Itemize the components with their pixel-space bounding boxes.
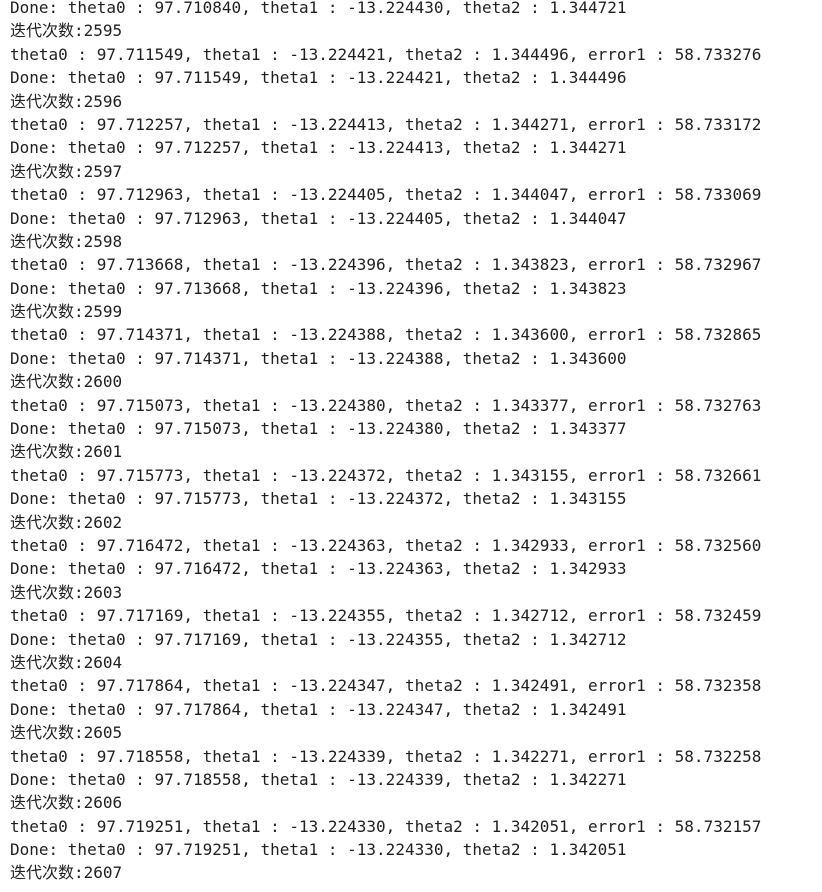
console-line: Done: theta0 : 97.719251, theta1 : -13.2…	[10, 840, 627, 860]
console-line: theta0 : 97.716472, theta1 : -13.224363,…	[10, 535, 762, 555]
console-line: Done: theta0 : 97.714371, theta1 : -13.2…	[10, 348, 627, 368]
console-line: 迭代次数:2602	[10, 512, 123, 532]
console-output: Done: theta0 : 97.710840, theta1 : -13.2…	[0, 0, 822, 888]
console-line: Done: theta0 : 97.718558, theta1 : -13.2…	[10, 769, 627, 789]
console-line: Done: theta0 : 97.712257, theta1 : -13.2…	[10, 138, 627, 158]
console-line: theta0 : 97.715073, theta1 : -13.224380,…	[10, 395, 762, 415]
console-line: 迭代次数:2600	[10, 372, 123, 392]
console-line: Done: theta0 : 97.715073, theta1 : -13.2…	[10, 419, 627, 439]
console-line: 迭代次数:2595	[10, 21, 123, 41]
console-line: theta0 : 97.711549, theta1 : -13.224421,…	[10, 44, 762, 64]
console-line: Done: theta0 : 97.717169, theta1 : -13.2…	[10, 629, 627, 649]
console-line: 迭代次数:2599	[10, 302, 123, 322]
console-line: Done: theta0 : 97.717864, theta1 : -13.2…	[10, 699, 627, 719]
console-line: theta0 : 97.713668, theta1 : -13.224396,…	[10, 255, 762, 275]
console-line: Done: theta0 : 97.713668, theta1 : -13.2…	[10, 278, 627, 298]
console-line: 迭代次数:2607	[10, 863, 123, 883]
console-line: theta0 : 97.717864, theta1 : -13.224347,…	[10, 676, 762, 696]
console-line: Done: theta0 : 97.710840, theta1 : -13.2…	[10, 0, 627, 17]
console-line: Done: theta0 : 97.711549, theta1 : -13.2…	[10, 68, 627, 88]
console-line: theta0 : 97.719251, theta1 : -13.224330,…	[10, 816, 762, 836]
console-line: theta0 : 97.717169, theta1 : -13.224355,…	[10, 606, 762, 626]
console-line: theta0 : 97.712963, theta1 : -13.224405,…	[10, 185, 762, 205]
console-line: Done: theta0 : 97.716472, theta1 : -13.2…	[10, 559, 627, 579]
console-line: Done: theta0 : 97.712963, theta1 : -13.2…	[10, 208, 627, 228]
console-line: 迭代次数:2596	[10, 91, 123, 111]
console-line: 迭代次数:2606	[10, 793, 123, 813]
console-line: theta0 : 97.715773, theta1 : -13.224372,…	[10, 465, 762, 485]
console-line: 迭代次数:2597	[10, 161, 123, 181]
console-line: 迭代次数:2605	[10, 723, 123, 743]
console-line: 迭代次数:2603	[10, 582, 123, 602]
console-line: 迭代次数:2601	[10, 442, 123, 462]
console-line: theta0 : 97.718558, theta1 : -13.224339,…	[10, 746, 762, 766]
console-line: 迭代次数:2598	[10, 231, 123, 251]
console-line: Done: theta0 : 97.715773, theta1 : -13.2…	[10, 489, 627, 509]
console-line: 迭代次数:2604	[10, 652, 123, 672]
console-line: theta0 : 97.712257, theta1 : -13.224413,…	[10, 114, 762, 134]
console-line: theta0 : 97.714371, theta1 : -13.224388,…	[10, 325, 762, 345]
